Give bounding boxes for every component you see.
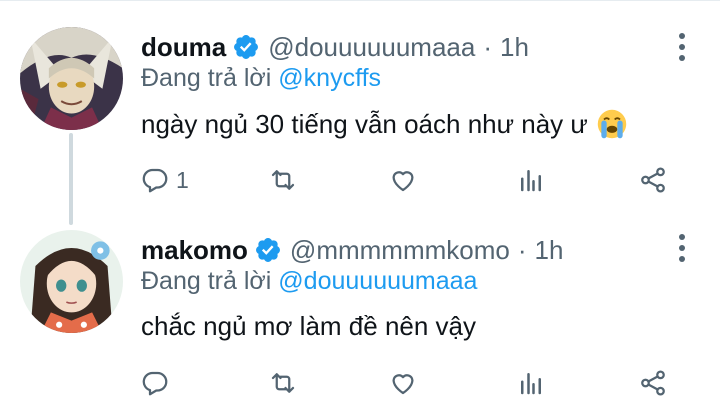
tweet-header: makomo @mmmmmmkomo · 1h bbox=[141, 232, 563, 268]
more-options-icon[interactable] bbox=[676, 234, 688, 264]
views-button[interactable] bbox=[516, 162, 546, 198]
tweet-actions: 1 bbox=[140, 162, 680, 198]
reply-count: 1 bbox=[176, 166, 189, 193]
share-button[interactable] bbox=[638, 365, 668, 401]
tweet-text-content: ngày ngủ 30 tiếng vẫn oách như này ư bbox=[141, 108, 588, 139]
heart-icon bbox=[392, 374, 414, 395]
display-name[interactable]: makomo bbox=[141, 235, 248, 266]
replying-to-mention[interactable]: @knycffs bbox=[278, 64, 381, 92]
replying-to-label: Đang trả lời bbox=[141, 64, 272, 92]
reply-icon bbox=[142, 168, 168, 193]
like-button[interactable] bbox=[388, 365, 418, 401]
reply-icon bbox=[142, 371, 168, 396]
separator-dot: · bbox=[483, 31, 493, 62]
reply-button[interactable] bbox=[140, 365, 176, 401]
avatar[interactable] bbox=[20, 230, 123, 333]
share-button[interactable] bbox=[638, 162, 668, 198]
avatar[interactable] bbox=[20, 27, 123, 130]
timestamp[interactable]: 1h bbox=[500, 32, 529, 63]
retweet-icon bbox=[271, 373, 295, 393]
timestamp[interactable]: 1h bbox=[535, 235, 564, 266]
reply-button[interactable]: 1 bbox=[140, 162, 189, 198]
display-name[interactable]: douma bbox=[141, 32, 226, 63]
replying-to-mention[interactable]: @douuuuuumaaa bbox=[278, 267, 477, 295]
more-options-icon[interactable] bbox=[676, 33, 688, 63]
user-handle[interactable]: @douuuuuumaaa bbox=[268, 32, 475, 63]
verified-badge-icon bbox=[234, 35, 259, 59]
separator-dot: · bbox=[517, 234, 527, 265]
tweet-actions bbox=[140, 365, 680, 401]
tweet-makomo[interactable]: makomo @mmmmmmkomo · 1h Đang trả lời @do… bbox=[0, 210, 720, 413]
avatar-douma-image bbox=[20, 27, 123, 130]
user-handle[interactable]: @mmmmmmkomo bbox=[290, 235, 510, 266]
replying-to-label: Đang trả lời bbox=[141, 267, 272, 295]
retweet-icon bbox=[271, 170, 295, 190]
views-button[interactable] bbox=[516, 365, 546, 401]
heart-icon bbox=[392, 171, 414, 192]
replying-to-line: Đang trả lời @douuuuuumaaa bbox=[141, 267, 477, 296]
tweet-douma[interactable]: douma @douuuuuumaaa · 1h Đang trả lời @k… bbox=[0, 0, 720, 210]
loudly-crying-face-icon bbox=[597, 109, 627, 139]
retweet-button[interactable] bbox=[268, 162, 298, 198]
bar-chart-icon bbox=[521, 373, 541, 395]
share-icon bbox=[641, 370, 665, 396]
share-icon bbox=[641, 167, 665, 193]
tweet-text-content: chắc ngủ mơ làm đề nên vậy bbox=[141, 311, 477, 341]
verified-badge-icon bbox=[255, 238, 280, 262]
bar-chart-icon bbox=[521, 170, 541, 192]
tweet-text: chắc ngủ mơ làm đề nên vậy bbox=[141, 311, 476, 342]
tweet-header: douma @douuuuuumaaa · 1h bbox=[141, 29, 529, 65]
avatar-makomo-image bbox=[20, 230, 123, 333]
retweet-button[interactable] bbox=[268, 365, 298, 401]
tweet-text: ngày ngủ 30 tiếng vẫn oách như này ư bbox=[141, 108, 628, 140]
like-button[interactable] bbox=[388, 162, 418, 198]
replying-to-line: Đang trả lời @knycffs bbox=[141, 64, 381, 93]
